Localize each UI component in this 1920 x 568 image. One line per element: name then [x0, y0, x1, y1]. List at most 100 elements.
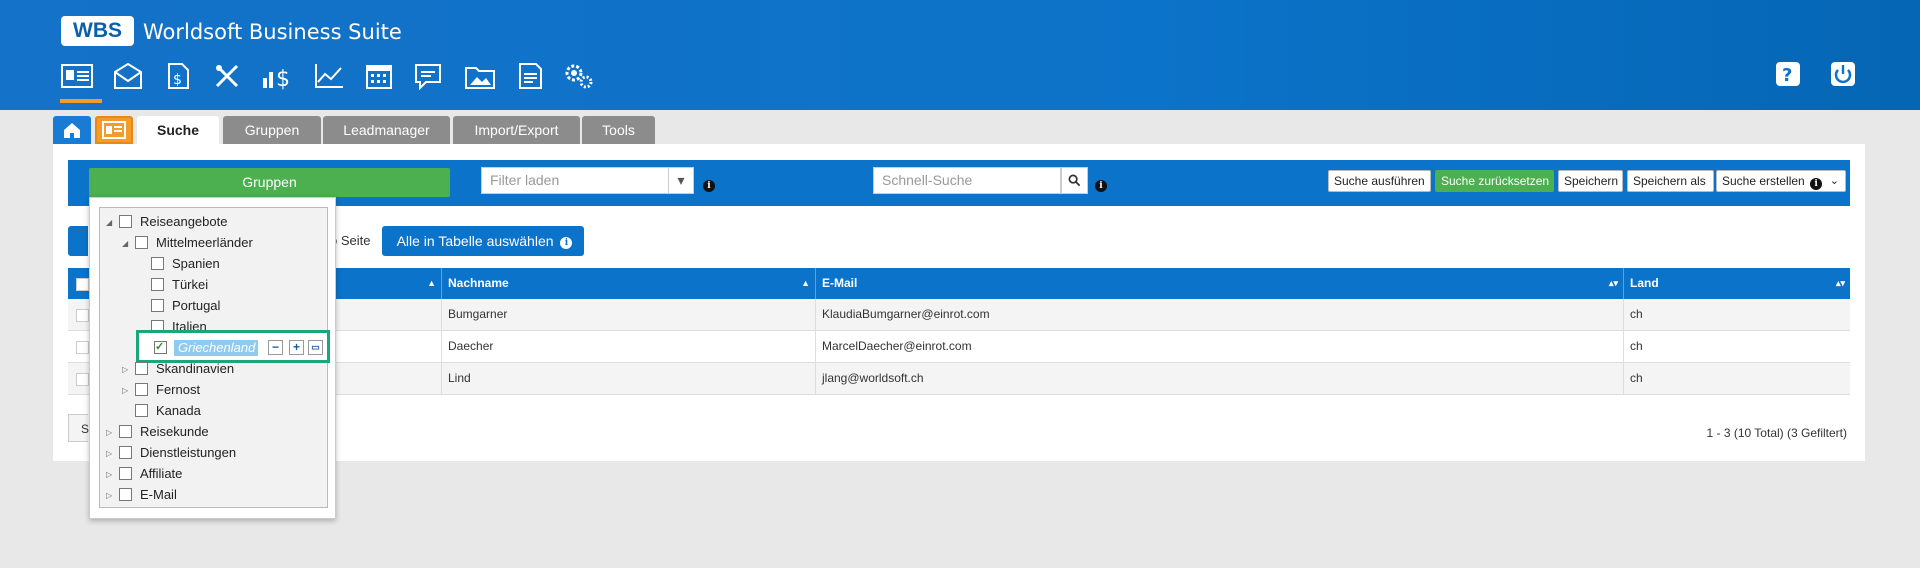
tree-expanded-icon[interactable]: ◢ [122, 234, 132, 254]
tree-node-label: Reiseangebote [140, 214, 228, 229]
tree-node-tuerkei[interactable]: Türkei [138, 275, 208, 295]
tree-node-label: Dienstleistungen [140, 445, 237, 460]
row-checkbox[interactable] [76, 341, 89, 354]
tree-checkbox[interactable] [135, 383, 148, 397]
tree-collapsed-icon[interactable]: ▷ [106, 423, 116, 443]
tree-node-label: Affiliate [140, 466, 183, 481]
add-node-button[interactable]: + [289, 340, 304, 355]
info-icon[interactable]: i [703, 180, 715, 192]
top-bar: WBS Worldsoft Business Suite $ $ ? [0, 0, 1920, 110]
save-button[interactable]: Speichern [1558, 170, 1623, 192]
tree-node-kanada[interactable]: Kanada [122, 401, 201, 421]
tree-collapsed-icon[interactable]: ▷ [106, 465, 116, 485]
tree-checkbox[interactable] [151, 278, 164, 292]
tree-node-reiseangebote[interactable]: ◢ Reiseangebote [106, 212, 227, 232]
tree-checkbox-checked[interactable] [154, 337, 167, 357]
tree-checkbox[interactable] [135, 236, 148, 250]
tree-node-mittelmeerlaender[interactable]: ◢ Mittelmeerländer [122, 233, 253, 253]
run-search-button[interactable]: Suche ausführen [1328, 170, 1431, 192]
tree-checkbox[interactable] [119, 215, 132, 229]
tree-node-label: Kanada [156, 403, 201, 418]
row-checkbox[interactable] [76, 309, 89, 322]
newsletter-icon[interactable] [512, 60, 548, 92]
action-button[interactable] [68, 226, 88, 256]
column-header-nachname[interactable]: Nachname ▲ [441, 268, 815, 299]
search-button[interactable] [1061, 167, 1088, 194]
info-icon[interactable]: i [1095, 180, 1107, 192]
per-page-label: o Seite [330, 233, 371, 248]
cell-land: ch [1623, 363, 1850, 394]
tree-checkbox[interactable] [151, 257, 164, 271]
tree-checkbox[interactable] [119, 488, 132, 502]
help-icon[interactable]: ? [1774, 60, 1802, 88]
tree-checkbox[interactable] [135, 362, 148, 376]
cell-email: KlaudiaBumgarner@einrot.com [815, 299, 1623, 330]
reset-search-button[interactable]: Suche zurücksetzen [1435, 170, 1554, 192]
column-header-email[interactable]: E-Mail ▴▾ [815, 268, 1623, 299]
chart-line-icon[interactable] [311, 60, 347, 92]
contacts-card-icon[interactable] [59, 60, 95, 92]
document-dollar-icon[interactable]: $ [160, 60, 196, 92]
chevron-down-icon[interactable]: ▾ [668, 168, 693, 193]
tab-tools[interactable]: Tools [582, 116, 655, 144]
tree-collapsed-icon[interactable]: ▷ [122, 360, 132, 380]
sort-icon: ▲ [801, 278, 810, 288]
tree-node-email[interactable]: ▷ E-Mail [106, 485, 177, 505]
power-icon[interactable] [1829, 60, 1857, 88]
column-header-label: E-Mail [822, 276, 858, 290]
cell-email: MarcelDaecher@einrot.com [815, 331, 1623, 362]
tree-node-portugal[interactable]: Portugal [138, 296, 220, 316]
cell-nachname: Bumgarner [441, 299, 815, 330]
svg-text:?: ? [1782, 65, 1792, 86]
selected-node-label[interactable]: Griechenland [174, 340, 258, 356]
sales-dollar-icon[interactable]: $ [259, 60, 295, 92]
settings-gears-icon[interactable] [561, 60, 597, 92]
chevron-down-icon: ⌄ [1829, 175, 1839, 187]
tree-checkbox[interactable] [119, 425, 132, 439]
quick-search-input[interactable]: Schnell-Suche [873, 167, 1061, 194]
column-header-label: Land [1630, 276, 1659, 290]
save-as-button[interactable]: Speichern als [1627, 170, 1714, 192]
mail-icon[interactable] [110, 60, 146, 92]
groups-button[interactable]: Gruppen [89, 168, 450, 197]
tab-home[interactable] [53, 116, 91, 144]
info-icon: i [1810, 178, 1823, 190]
info-icon: i [560, 237, 573, 249]
tree-checkbox[interactable] [151, 299, 164, 313]
message-icon[interactable] [410, 60, 446, 92]
tab-contacts[interactable] [95, 116, 133, 144]
tree-checkbox[interactable] [135, 404, 148, 418]
active-module-indicator [60, 99, 102, 103]
create-search-dropdown[interactable]: Suche erstellen i ⌄ [1716, 170, 1846, 192]
select-all-button[interactable]: Alle in Tabelle auswählen i [382, 226, 584, 256]
column-header-land[interactable]: Land ▴▾ [1623, 268, 1850, 299]
remove-node-button[interactable]: − [268, 340, 283, 355]
tree-node-dienstleistungen[interactable]: ▷ Dienstleistungen [106, 443, 236, 463]
tree-node-spanien[interactable]: Spanien [138, 254, 220, 274]
tab-leadmanager[interactable]: Leadmanager [323, 116, 450, 144]
tree-node-affiliate[interactable]: ▷ Affiliate [106, 464, 182, 484]
edit-node-button[interactable]: ▭ [308, 340, 323, 355]
tab-gruppen[interactable]: Gruppen [223, 116, 321, 144]
tree-collapsed-icon[interactable]: ▷ [106, 444, 116, 464]
tools-icon[interactable] [210, 60, 246, 92]
bottom-left-button[interactable]: S [68, 414, 89, 442]
row-checkbox[interactable] [76, 373, 89, 386]
tree-collapsed-icon[interactable]: ▷ [106, 486, 116, 506]
tab-suche[interactable]: Suche [137, 116, 219, 146]
tree-node-griechenland[interactable] [141, 337, 175, 358]
tab-import-export[interactable]: Import/Export [453, 116, 580, 144]
folder-images-icon[interactable] [462, 60, 498, 92]
sort-icon: ▴▾ [1835, 278, 1845, 288]
tree-node-reisekunde[interactable]: ▷ Reisekunde [106, 422, 209, 442]
calendar-icon[interactable] [361, 60, 397, 92]
filter-select[interactable]: Filter laden ▾ [481, 167, 694, 194]
tree-node-skandinavien[interactable]: ▷ Skandinavien [122, 359, 234, 379]
cell-nachname: Daecher [441, 331, 815, 362]
tree-expanded-icon[interactable]: ◢ [106, 213, 116, 233]
sort-icon: ▴▾ [1608, 278, 1618, 288]
tree-collapsed-icon[interactable]: ▷ [122, 381, 132, 401]
tree-node-fernost[interactable]: ▷ Fernost [122, 380, 200, 400]
tree-checkbox[interactable] [119, 446, 132, 460]
tree-checkbox[interactable] [119, 467, 132, 481]
